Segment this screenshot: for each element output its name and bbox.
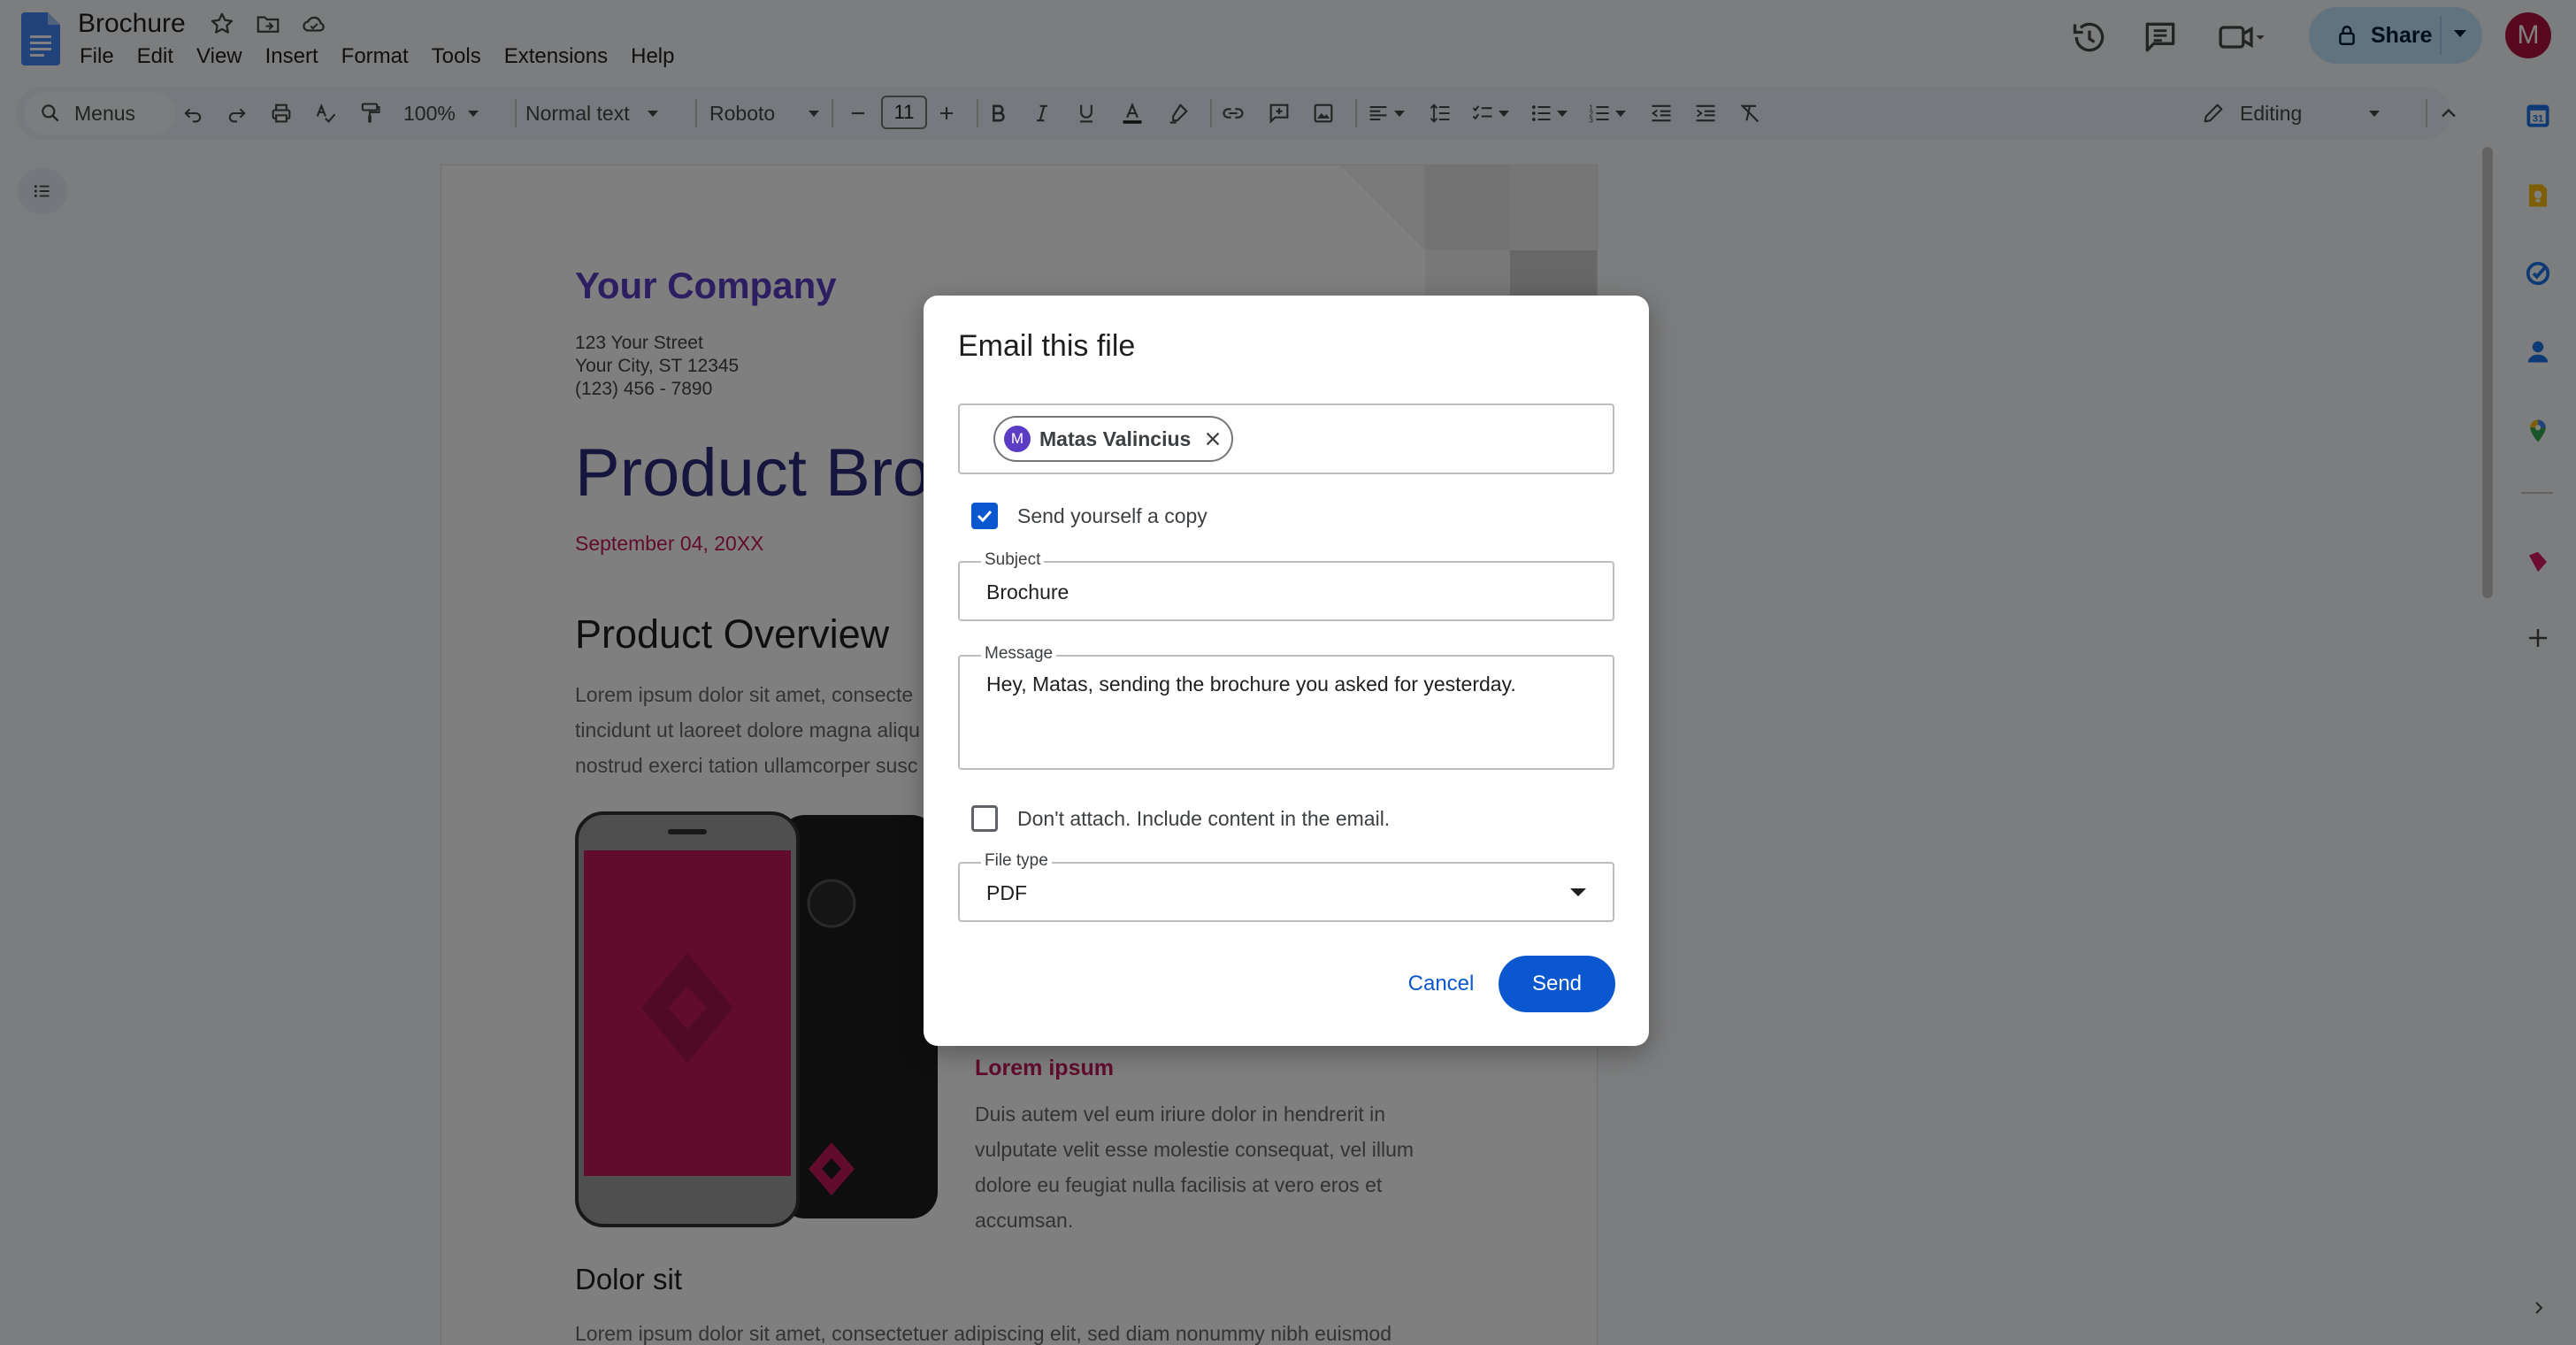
send-copy-option[interactable]: Send yourself a copy xyxy=(971,501,1208,531)
file-type-select[interactable]: File type PDF xyxy=(958,851,1614,922)
dont-attach-option[interactable]: Don't attach. Include content in the ema… xyxy=(971,803,1390,834)
subject-label: Subject xyxy=(981,550,1045,570)
remove-recipient-icon[interactable] xyxy=(1203,429,1223,449)
recipient-avatar: M xyxy=(1004,426,1031,452)
subject-input[interactable]: Brochure xyxy=(986,580,1069,604)
subject-field[interactable]: Subject Brochure xyxy=(958,550,1614,621)
dialog-title: Email this file xyxy=(958,329,1136,363)
recipients-field[interactable]: M Matas Valincius xyxy=(958,404,1614,474)
file-type-value: PDF xyxy=(986,881,1027,904)
message-field[interactable]: Message Hey, Matas, sending the brochure… xyxy=(958,644,1614,770)
dont-attach-label: Don't attach. Include content in the ema… xyxy=(1017,806,1391,830)
email-file-dialog: Email this file M Matas Valincius Send y… xyxy=(924,296,1649,1046)
send-copy-checkbox[interactable] xyxy=(971,503,998,529)
message-textarea[interactable]: Hey, Matas, sending the brochure you ask… xyxy=(986,672,1516,696)
dont-attach-checkbox[interactable] xyxy=(971,805,998,832)
send-button[interactable]: Send xyxy=(1499,956,1615,1012)
recipient-name: Matas Valincius xyxy=(1039,427,1192,450)
file-type-label: File type xyxy=(981,851,1052,871)
message-label: Message xyxy=(981,644,1057,664)
recipient-chip[interactable]: M Matas Valincius xyxy=(993,416,1234,462)
checkmark-icon xyxy=(977,510,993,523)
cancel-button[interactable]: Cancel xyxy=(1384,956,1499,1012)
send-copy-label: Send yourself a copy xyxy=(1017,503,1208,527)
file-type-dropdown-icon[interactable] xyxy=(1570,888,1586,896)
